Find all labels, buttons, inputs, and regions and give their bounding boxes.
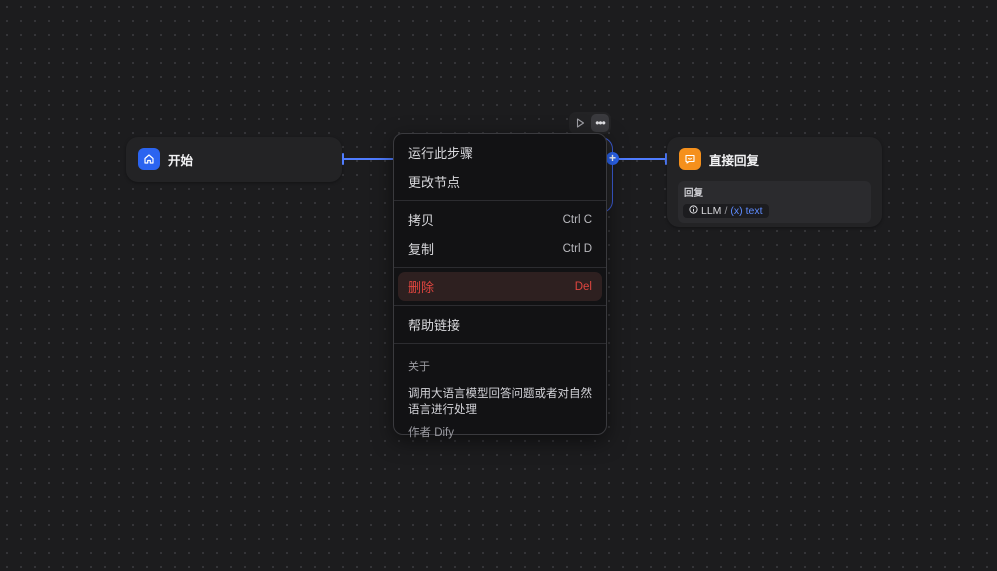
delete-menu-item[interactable]: 删除 Del [398, 272, 602, 301]
menu-section-help: 帮助链接 [394, 306, 606, 344]
duplicate-label: 复制 [408, 242, 435, 257]
about-title: 关于 [408, 361, 430, 373]
duplicate-shortcut: Ctrl D [562, 242, 592, 255]
answer-node-title: 直接回复 [709, 153, 760, 168]
duplicate-menu-item[interactable]: 复制 Ctrl D [398, 234, 602, 263]
help-link-menu-item[interactable]: 帮助链接 [398, 310, 602, 339]
reply-label: 回复 [684, 188, 704, 199]
home-icon [138, 148, 160, 170]
start-node-title: 开始 [168, 153, 194, 168]
edge-llm-to-answer [619, 158, 666, 160]
llm-info-icon [689, 205, 698, 217]
about-author: 作者 Dify [408, 427, 454, 439]
run-step-label: 运行此步骤 [408, 146, 474, 161]
answer-node-header: 直接回复 [667, 137, 882, 181]
change-node-menu-item[interactable]: 更改节点 [398, 167, 602, 196]
variable-chip[interactable]: LLM / (x) text [683, 204, 769, 218]
add-node-plus-icon[interactable]: + [606, 152, 619, 165]
delete-label: 删除 [408, 280, 435, 295]
start-node[interactable]: 开始 [126, 137, 342, 182]
play-icon[interactable] [571, 114, 589, 132]
more-dots-icon[interactable]: ••• [591, 114, 609, 132]
variable-name: text [745, 205, 763, 217]
variable-symbol: (x) [730, 205, 743, 217]
run-step-menu-item[interactable]: 运行此步骤 [398, 138, 602, 167]
change-node-label: 更改节点 [408, 175, 461, 190]
edge-start-to-llm [344, 158, 394, 160]
start-node-header: 开始 [126, 137, 342, 181]
reply-field: 回复 LLM / (x) text [678, 181, 871, 223]
node-context-menu: 运行此步骤 更改节点 拷贝 Ctrl C 复制 Ctrl D 删除 Del 帮助… [393, 133, 607, 439]
reply-icon [679, 148, 701, 170]
menu-about-section: 关于 调用大语言模型回答问题或者对自然语言进行处理 作者 Dify [394, 344, 606, 450]
delete-shortcut: Del [574, 280, 592, 293]
answer-node[interactable]: 直接回复 回复 LLM / (x) text [667, 137, 882, 227]
node-toolbar: ••• [569, 112, 611, 134]
copy-menu-item[interactable]: 拷贝 Ctrl C [398, 205, 602, 234]
variable-separator: / [724, 205, 728, 217]
menu-section-delete: 删除 Del [394, 268, 606, 306]
copy-shortcut: Ctrl C [562, 213, 592, 226]
copy-label: 拷贝 [408, 213, 435, 228]
variable-source: LLM [701, 205, 722, 217]
menu-section-actions: 运行此步骤 更改节点 [394, 134, 606, 201]
help-link-label: 帮助链接 [408, 318, 461, 333]
about-description: 调用大语言模型回答问题或者对自然语言进行处理 [408, 388, 592, 416]
menu-section-clipboard: 拷贝 Ctrl C 复制 Ctrl D [394, 201, 606, 268]
